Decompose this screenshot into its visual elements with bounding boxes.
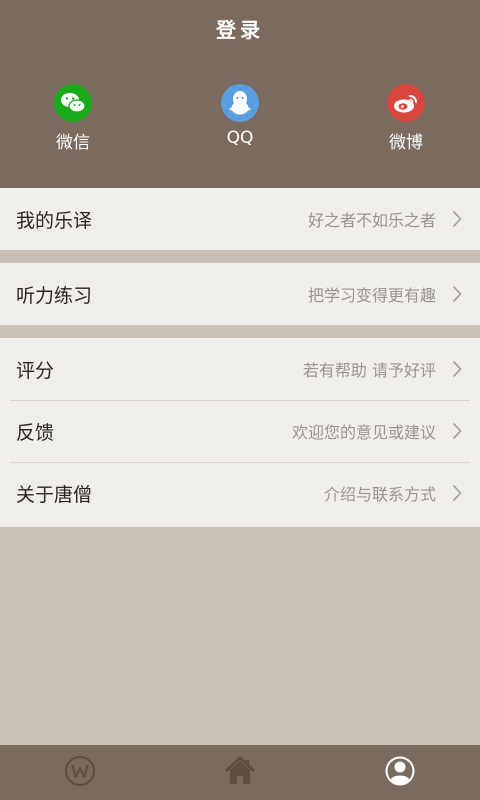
menu-item-subtitle: 若有帮助 请予好评 [302,361,436,380]
menu-group-1: 我的乐译 好之者不如乐之者 [0,188,480,250]
menu-item-rate[interactable]: 评分 若有帮助 请予好评 [0,338,480,400]
chevron-right-icon [450,421,464,441]
tab-profile[interactable] [383,756,417,790]
page-title: 登录 [216,18,264,42]
menu-item-subtitle: 介绍与联系方式 [323,485,436,504]
bottom-tab-bar [0,745,480,800]
menu-item-title: 评分 [16,359,55,382]
menu-item-feedback[interactable]: 反馈 欢迎您的意见或建议 [0,400,480,462]
menu-item-title: 反馈 [16,421,55,444]
wechat-login-button[interactable]: 微信 [28,84,118,153]
menu-item-title: 我的乐译 [16,209,93,232]
weibo-label: 微博 [389,133,423,153]
menu-item-listening-practice[interactable]: 听力练习 把学习变得更有趣 [0,263,480,325]
profile-icon [384,755,416,791]
menu-item-title: 关于唐僧 [16,483,93,506]
chevron-right-icon [450,209,464,229]
qq-login-button[interactable]: QQ [195,84,285,148]
menu-item-subtitle: 欢迎您的意见或建议 [291,423,436,442]
home-icon [224,756,256,790]
tab-word[interactable] [63,756,97,790]
menu-item-about[interactable]: 关于唐僧 介绍与联系方式 [0,462,480,524]
wechat-icon [54,84,92,122]
w-circle-icon [64,755,96,791]
menu-group-2: 听力练习 把学习变得更有趣 [0,263,480,325]
weibo-icon [387,84,425,122]
chevron-right-icon [450,359,464,379]
menu-item-subtitle: 把学习变得更有趣 [307,286,436,305]
chevron-right-icon [450,483,464,503]
menu-item-title: 听力练习 [16,284,93,307]
qq-label: QQ [226,128,254,148]
menu-group-3: 评分 若有帮助 请予好评 反馈 欢迎您的意见或建议 关于唐僧 介绍与联系方式 [0,338,480,527]
menu-item-my-leyi[interactable]: 我的乐译 好之者不如乐之者 [0,188,480,250]
qq-penguin-icon [221,84,259,122]
menu-item-subtitle: 好之者不如乐之者 [307,211,436,230]
wechat-label: 微信 [56,133,90,153]
tab-home[interactable] [223,756,257,790]
login-header: 登录 微信 QQ 微博 [0,0,480,188]
chevron-right-icon [450,284,464,304]
weibo-login-button[interactable]: 微博 [361,84,451,153]
